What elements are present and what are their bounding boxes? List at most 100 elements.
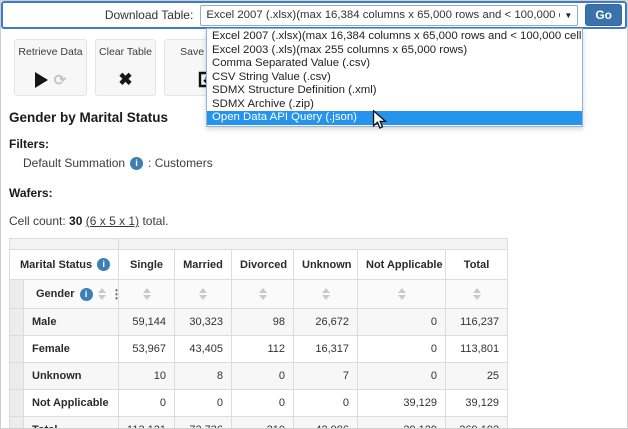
row-label: Male [24,309,119,336]
data-cell: 8 [175,363,232,390]
data-cell: 16,317 [294,336,358,363]
selected-format-text: Excel 2007 (.xlsx)(max 16,384 columns x … [206,9,560,21]
sort-icon[interactable] [199,288,207,300]
table-row: Not Applicable 000039,12939,129 [10,390,508,417]
retrieve-data-button[interactable]: Retrieve Data [14,39,87,96]
data-cell: 7 [294,363,358,390]
chevron-down-icon: ▼ [564,11,572,20]
column-dimension-header[interactable]: Marital Status [10,250,119,280]
data-cell: 43,405 [175,336,232,363]
column-header-row: Marital Status SingleMarriedDivorcedUnkn… [10,250,508,280]
sort-icon[interactable] [473,288,481,300]
data-cell: 116,237 [446,309,508,336]
data-cell: 98 [232,309,294,336]
dropdown-option[interactable]: CSV String Value (.csv) [207,71,582,85]
row-dimension-label: Gender [36,288,75,300]
data-cell: 39,129 [358,390,446,417]
play-icon [35,72,48,88]
go-button[interactable]: Go [585,4,622,26]
data-cell: 0 [294,390,358,417]
row-strip [10,417,24,429]
sort-row: Gender [10,280,508,309]
refresh-icon [54,73,67,88]
row-label: Female [24,336,119,363]
dropdown-option[interactable]: SDMX Archive (.zip) [207,98,582,112]
dropdown-option[interactable]: Excel 2007 (.xlsx)(max 16,384 columns x … [207,30,582,44]
dropdown-option[interactable]: Open Data API Query (.json) [207,111,582,125]
table-row: Total 113,12173,73621042,99639,129269,19… [10,417,508,429]
sort-icon[interactable] [398,288,406,300]
sort-icon[interactable] [98,288,106,300]
dropdown-option[interactable]: Excel 2003 (.xls)(max 255 columns x 65,0… [207,44,582,58]
clear-table-label: Clear Table [99,46,152,58]
filter-name: Default Summation [23,156,125,170]
column-sort-cell[interactable] [175,280,232,309]
column-header[interactable]: Single [119,250,175,280]
column-sort-cell[interactable] [294,280,358,309]
row-label: Not Applicable [24,390,119,417]
data-cell: 73,736 [175,417,232,429]
row-label: Unknown [24,363,119,390]
cell-count-link[interactable]: (6 x 5 x 1) [86,214,139,228]
data-cell: 59,144 [119,309,175,336]
sort-icon[interactable] [143,288,151,300]
data-cell: 26,672 [294,309,358,336]
column-header[interactable]: Unknown [294,250,358,280]
data-cell: 25 [446,363,508,390]
data-cell: 0 [119,390,175,417]
cell-count-value: 30 [69,214,82,228]
kebab-menu-icon[interactable] [115,259,118,271]
data-cell: 39,129 [358,417,446,429]
cell-count-label: Cell count: [9,214,66,228]
row-strip [10,309,24,336]
table-row: Female 53,96743,40511216,3170113,801 [10,336,508,363]
row-strip [10,363,24,390]
row-dimension-header[interactable]: Gender [24,280,119,309]
dropdown-option[interactable]: Comma Separated Value (.csv) [207,57,582,71]
dropdown-option[interactable]: SDMX Structure Definition (.xml) [207,84,582,98]
row-strip [10,336,24,363]
data-cell: 0 [358,309,446,336]
data-cell: 39,129 [446,390,508,417]
column-header[interactable]: Not Applicable [358,250,446,280]
data-cell: 0 [358,363,446,390]
data-table: Marital Status SingleMarriedDivorcedUnkn… [9,238,508,429]
download-table-label: Download Table: [105,8,194,22]
table-row: Male 59,14430,3239826,6720116,237 [10,309,508,336]
column-sort-cell[interactable] [232,280,294,309]
data-cell: 113,121 [119,417,175,429]
app-window: Download Table: Excel 2007 (.xlsx)(max 1… [0,0,628,429]
column-sort-cell[interactable] [446,280,508,309]
data-cell: 0 [175,390,232,417]
sort-icon[interactable] [322,288,330,300]
info-icon[interactable] [130,157,143,170]
data-cell: 0 [358,336,446,363]
column-sort-cell[interactable] [119,280,175,309]
data-cell: 210 [232,417,294,429]
filter-value: : Customers [148,156,213,170]
column-header[interactable]: Divorced [232,250,294,280]
download-toolbar: Download Table: Excel 2007 (.xlsx)(max 1… [1,1,627,29]
column-header[interactable]: Married [175,250,232,280]
row-strip [10,280,24,309]
sort-icon[interactable] [259,288,267,300]
data-cell: 269,192 [446,417,508,429]
data-cell: 113,801 [446,336,508,363]
data-cell: 10 [119,363,175,390]
download-format-dropdown: Excel 2007 (.xlsx)(max 16,384 columns x … [206,28,583,127]
column-header[interactable]: Total [446,250,508,280]
wafers-label: Wafers: [9,186,627,200]
column-sort-cell[interactable] [358,280,446,309]
cell-count-suffix: total. [142,214,168,228]
data-cell: 53,967 [119,336,175,363]
download-format-select[interactable]: Excel 2007 (.xlsx)(max 16,384 columns x … [200,5,578,26]
clear-table-button[interactable]: Clear Table [95,39,156,96]
row-label: Total [24,417,119,429]
info-icon[interactable] [80,288,93,301]
info-icon[interactable] [97,258,110,271]
filters-label: Filters: [9,137,627,151]
row-strip [10,390,24,417]
kebab-menu-icon[interactable] [111,288,119,300]
data-cell: 112 [232,336,294,363]
data-cell: 42,996 [294,417,358,429]
